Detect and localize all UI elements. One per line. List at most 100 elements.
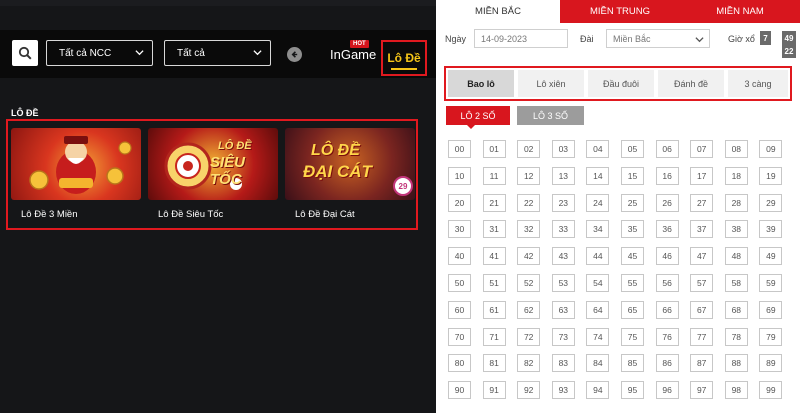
number-cell[interactable]: 76 bbox=[655, 327, 679, 346]
tab-lode[interactable]: Lô Đề bbox=[381, 40, 427, 76]
provider-select[interactable]: Tất cả NCC bbox=[46, 40, 153, 66]
number-cell[interactable]: 75 bbox=[621, 327, 644, 346]
number-cell[interactable]: 13 bbox=[551, 166, 575, 185]
number-cell[interactable]: 52 bbox=[517, 274, 541, 292]
number-cell[interactable]: 19 bbox=[759, 166, 783, 185]
category-select[interactable]: Tất cả bbox=[164, 40, 271, 66]
number-cell[interactable]: 43 bbox=[551, 247, 575, 266]
number-cell[interactable]: 02 bbox=[517, 140, 541, 158]
bet-type-lo-xien[interactable]: Lô xiên bbox=[518, 70, 584, 97]
number-cell[interactable]: 41 bbox=[482, 247, 506, 266]
number-cell[interactable]: 74 bbox=[586, 327, 610, 346]
number-cell[interactable]: 16 bbox=[655, 166, 679, 185]
bet-type-dau-duoi[interactable]: Đầu đuôi bbox=[588, 70, 654, 97]
number-cell[interactable]: 24 bbox=[586, 193, 610, 212]
number-cell[interactable]: 45 bbox=[621, 247, 644, 266]
number-cell[interactable]: 51 bbox=[482, 274, 506, 292]
number-cell[interactable]: 35 bbox=[621, 220, 644, 239]
number-cell[interactable]: 20 bbox=[448, 193, 471, 212]
number-cell[interactable]: 27 bbox=[690, 193, 714, 212]
sub-tab-lo-3-so[interactable]: LÔ 3 SỐ bbox=[517, 106, 584, 125]
number-cell[interactable]: 46 bbox=[655, 247, 679, 266]
number-cell[interactable]: 99 bbox=[759, 381, 783, 400]
number-cell[interactable]: 72 bbox=[517, 327, 541, 346]
number-cell[interactable]: 70 bbox=[448, 327, 471, 346]
number-cell[interactable]: 17 bbox=[690, 166, 714, 185]
number-cell[interactable]: 28 bbox=[724, 193, 748, 212]
number-cell[interactable]: 98 bbox=[724, 381, 748, 400]
number-cell[interactable]: 85 bbox=[621, 354, 644, 373]
number-cell[interactable]: 73 bbox=[551, 327, 575, 346]
number-cell[interactable]: 53 bbox=[551, 274, 575, 292]
number-cell[interactable]: 49 bbox=[759, 247, 783, 266]
number-cell[interactable]: 61 bbox=[482, 300, 506, 319]
number-cell[interactable]: 83 bbox=[551, 354, 575, 373]
tab-mien-bac[interactable]: MIỀN BẮC bbox=[436, 0, 560, 23]
number-cell[interactable]: 00 bbox=[448, 140, 471, 158]
number-cell[interactable]: 15 bbox=[621, 166, 644, 185]
number-cell[interactable]: 26 bbox=[655, 193, 679, 212]
date-input[interactable]: 14-09-2023 bbox=[474, 29, 568, 48]
number-cell[interactable]: 36 bbox=[655, 220, 679, 239]
number-cell[interactable]: 57 bbox=[690, 274, 714, 292]
search-button[interactable] bbox=[12, 40, 38, 66]
scroll-left-button[interactable] bbox=[287, 47, 302, 62]
number-cell[interactable]: 08 bbox=[724, 140, 748, 158]
number-cell[interactable]: 07 bbox=[690, 140, 714, 158]
number-cell[interactable]: 80 bbox=[448, 354, 471, 373]
number-cell[interactable]: 34 bbox=[586, 220, 610, 239]
number-cell[interactable]: 91 bbox=[482, 381, 506, 400]
number-cell[interactable]: 47 bbox=[690, 247, 714, 266]
number-cell[interactable]: 50 bbox=[448, 274, 471, 292]
number-cell[interactable]: 59 bbox=[759, 274, 783, 292]
number-cell[interactable]: 22 bbox=[517, 193, 541, 212]
bet-type-danh-de[interactable]: Đánh đề bbox=[658, 70, 724, 97]
number-cell[interactable]: 78 bbox=[724, 327, 748, 346]
tab-mien-trung[interactable]: MIỀN TRUNG bbox=[560, 0, 680, 23]
number-cell[interactable]: 04 bbox=[586, 140, 610, 158]
game-card-lode-3-mien[interactable]: Lô Đề 3 Miền bbox=[11, 128, 141, 220]
number-cell[interactable]: 71 bbox=[482, 327, 506, 346]
number-cell[interactable]: 44 bbox=[586, 247, 610, 266]
number-cell[interactable]: 21 bbox=[482, 193, 506, 212]
number-cell[interactable]: 06 bbox=[655, 140, 679, 158]
number-cell[interactable]: 55 bbox=[621, 274, 644, 292]
number-cell[interactable]: 90 bbox=[448, 381, 471, 400]
number-cell[interactable]: 10 bbox=[448, 166, 471, 185]
number-cell[interactable]: 97 bbox=[690, 381, 714, 400]
number-cell[interactable]: 31 bbox=[482, 220, 506, 239]
number-cell[interactable]: 29 bbox=[759, 193, 783, 212]
station-select[interactable]: Miền Bắc bbox=[606, 29, 710, 48]
number-cell[interactable]: 62 bbox=[517, 300, 541, 319]
number-cell[interactable]: 23 bbox=[551, 193, 575, 212]
number-cell[interactable]: 40 bbox=[448, 247, 471, 266]
number-cell[interactable]: 03 bbox=[551, 140, 575, 158]
number-cell[interactable]: 96 bbox=[655, 381, 679, 400]
number-cell[interactable]: 86 bbox=[655, 354, 679, 373]
number-cell[interactable]: 48 bbox=[724, 247, 748, 266]
bet-type-3-cang[interactable]: 3 càng bbox=[728, 70, 788, 97]
number-cell[interactable]: 95 bbox=[621, 381, 644, 400]
number-cell[interactable]: 01 bbox=[482, 140, 506, 158]
number-cell[interactable]: 33 bbox=[551, 220, 575, 239]
number-cell[interactable]: 09 bbox=[759, 140, 783, 158]
number-cell[interactable]: 79 bbox=[759, 327, 783, 346]
number-cell[interactable]: 67 bbox=[690, 300, 714, 319]
number-cell[interactable]: 38 bbox=[724, 220, 748, 239]
game-card-lode-dai-cat[interactable]: LÔ ĐỀ ĐẠI CÁT 29 Lô Đề Đại Cát bbox=[285, 128, 415, 220]
number-cell[interactable]: 77 bbox=[690, 327, 714, 346]
number-cell[interactable]: 25 bbox=[621, 193, 644, 212]
number-cell[interactable]: 18 bbox=[724, 166, 748, 185]
number-cell[interactable]: 92 bbox=[517, 381, 541, 400]
number-cell[interactable]: 58 bbox=[724, 274, 748, 292]
number-cell[interactable]: 11 bbox=[482, 166, 506, 185]
number-cell[interactable]: 93 bbox=[551, 381, 575, 400]
number-cell[interactable]: 42 bbox=[517, 247, 541, 266]
number-cell[interactable]: 84 bbox=[586, 354, 610, 373]
number-cell[interactable]: 37 bbox=[690, 220, 714, 239]
number-cell[interactable]: 94 bbox=[586, 381, 610, 400]
number-cell[interactable]: 14 bbox=[586, 166, 610, 185]
game-card-lode-sieu-toc[interactable]: LÔ ĐỀ SIÊU TỐC Lô Đề Siêu Tốc bbox=[148, 128, 278, 220]
number-cell[interactable]: 81 bbox=[482, 354, 506, 373]
sub-tab-lo-2-so[interactable]: LÔ 2 SỐ bbox=[446, 106, 510, 125]
